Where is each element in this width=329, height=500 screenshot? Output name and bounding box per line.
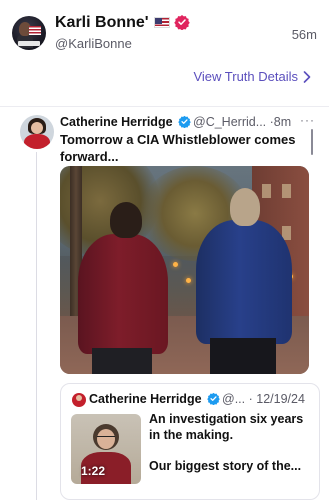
post-header: Karli Bonne' @KarliBonne 56m (0, 0, 329, 60)
quoted-author-handle[interactable]: @C_Herrid... (193, 115, 266, 129)
thread-line (36, 152, 37, 500)
nested-author-handle[interactable]: @... (222, 392, 245, 406)
quoted-author-name[interactable]: Catherine Herridge (60, 115, 173, 129)
author-name-row[interactable]: Karli Bonne' (55, 14, 190, 32)
more-options-icon[interactable]: ··· (300, 113, 315, 127)
verified-check-icon (207, 392, 220, 405)
author-avatar[interactable] (12, 16, 46, 50)
verified-badge-icon (173, 15, 190, 30)
quoted-author-avatar[interactable] (20, 115, 54, 149)
video-thumbnail[interactable]: 1:22 (71, 414, 141, 484)
quoted-time: 8m (273, 115, 292, 129)
chevron-right-icon (303, 70, 311, 83)
divider (0, 106, 329, 107)
video-duration: 1:22 (81, 464, 106, 478)
quoted-author-row: Catherine Herridge @C_Herrid... ·8m (60, 115, 318, 129)
nested-post-text: An investigation six years in the making… (149, 411, 314, 489)
post-image[interactable] (60, 166, 309, 374)
quoted-post-text: Tomorrow a CIA Whistleblower comes forwa… (60, 132, 296, 164)
nested-text-line2: Our biggest story of the... (149, 459, 302, 473)
nested-quote-card[interactable]: Catherine Herridge @... · 12/19/24 1:22 … (60, 383, 320, 500)
nested-text-line1: An investigation six years in the making… (149, 412, 304, 442)
view-truth-details-link[interactable]: View Truth Details (193, 69, 311, 84)
verified-check-icon (178, 115, 191, 128)
us-flag-icon (153, 17, 170, 28)
scrollbar-thumb[interactable] (311, 129, 313, 155)
author-name[interactable]: Karli Bonne' (55, 14, 149, 31)
nested-date: 12/19/24 (256, 392, 305, 406)
view-truth-details-label[interactable]: View Truth Details (193, 69, 298, 84)
nested-author-row: Catherine Herridge @... · 12/19/24 (89, 392, 314, 406)
author-handle[interactable]: @KarliBonne (55, 36, 132, 51)
nested-separator: · (248, 392, 253, 406)
nested-author-avatar[interactable] (72, 393, 86, 407)
post-time: 56m (291, 27, 317, 42)
nested-author-name[interactable]: Catherine Herridge (89, 392, 202, 406)
